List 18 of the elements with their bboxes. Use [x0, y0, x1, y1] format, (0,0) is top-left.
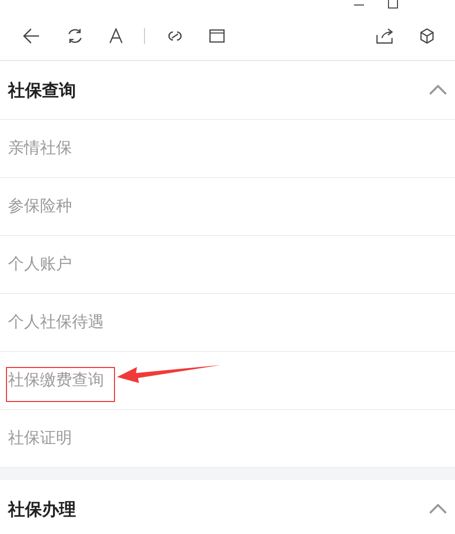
share-icon[interactable] — [376, 28, 394, 44]
window-icon[interactable] — [209, 29, 225, 43]
menu-item[interactable]: 亲情社保 — [8, 138, 72, 159]
section-title: 社保办理 — [8, 498, 76, 520]
menu-item[interactable]: 个人账户 — [8, 254, 72, 275]
refresh-icon[interactable] — [66, 27, 84, 45]
menu-item[interactable]: 个人社保待遇 — [8, 312, 104, 333]
chevron-up-icon[interactable] — [429, 504, 447, 514]
menu-item[interactable]: 参保险种 — [8, 196, 72, 217]
chevron-up-icon[interactable] — [429, 85, 447, 95]
menu-item[interactable]: 社保缴费查询 — [7, 368, 114, 401]
link-icon[interactable] — [166, 29, 184, 43]
cube-icon[interactable] — [419, 28, 435, 44]
maximize-icon[interactable] — [387, 0, 399, 10]
section-title: 社保查询 — [8, 80, 76, 102]
font-icon[interactable] — [109, 28, 123, 44]
back-icon[interactable] — [21, 27, 41, 45]
menu-item[interactable]: 社保证明 — [8, 428, 72, 449]
